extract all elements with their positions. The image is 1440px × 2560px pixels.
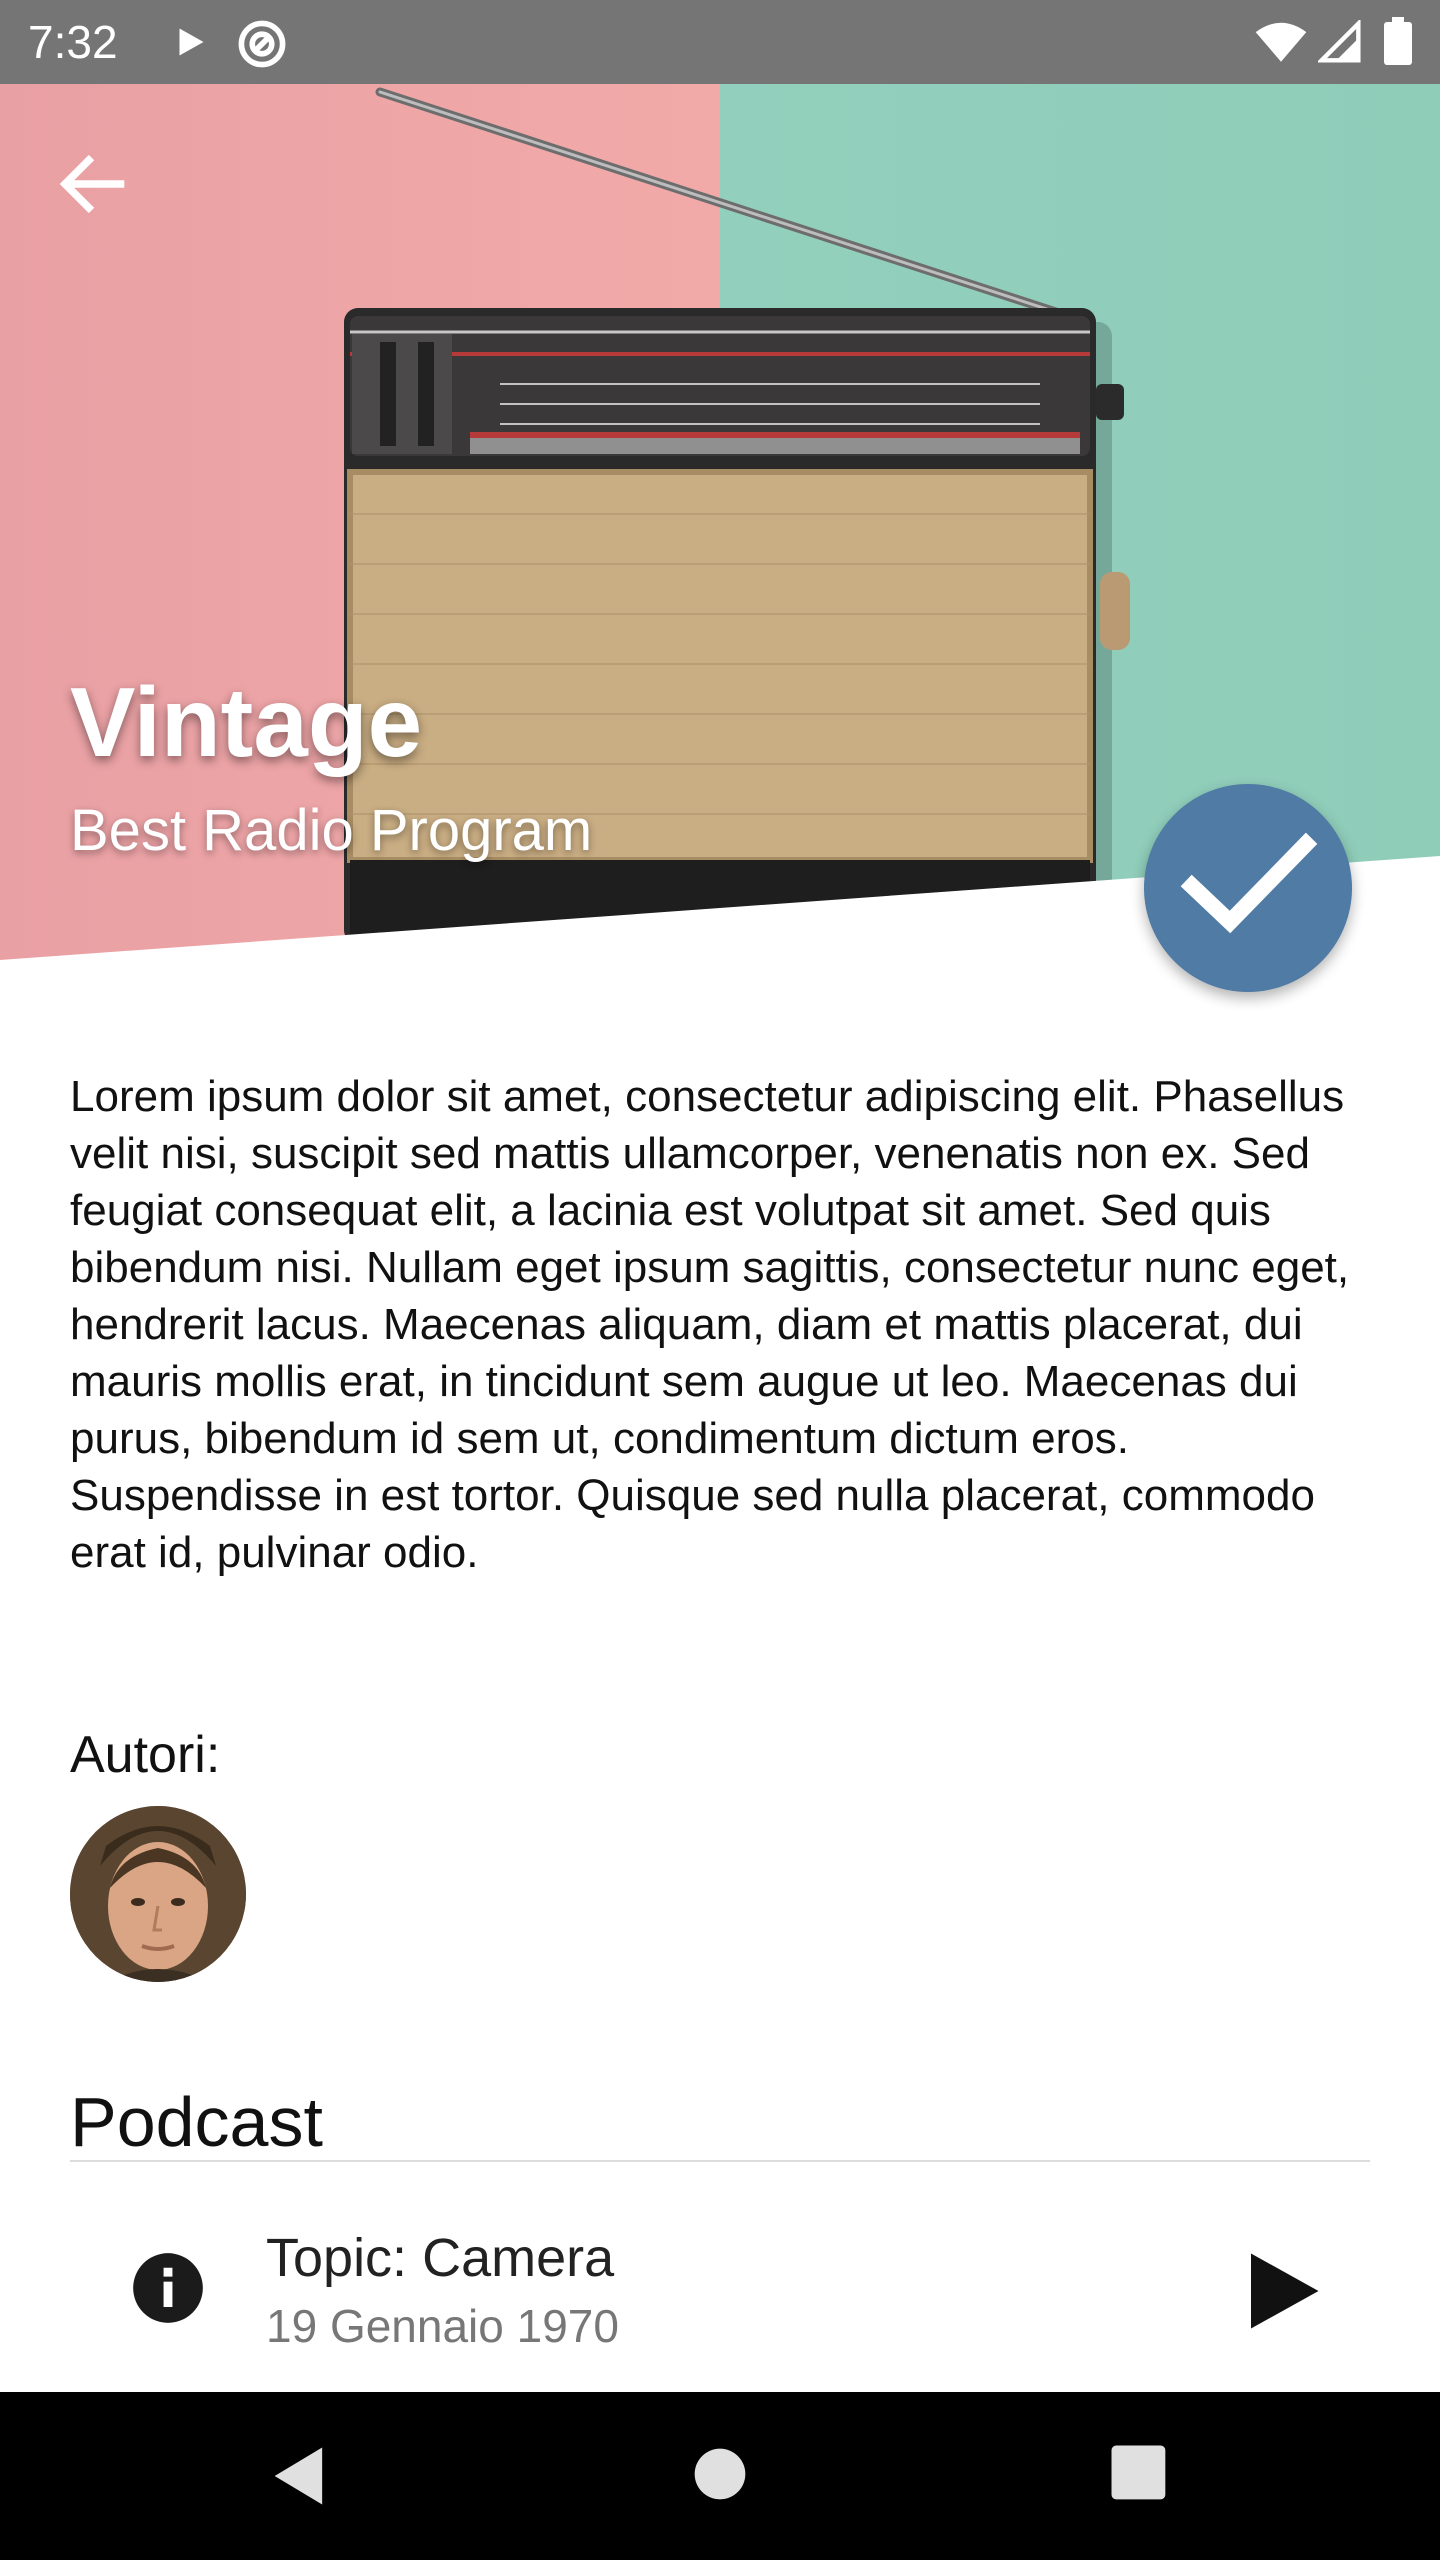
section-divider (70, 2160, 1370, 2162)
page-subtitle: Best Radio Program (70, 798, 593, 863)
app-screen: 7:32 Vintage Best Radio Program Lorem ip… (0, 0, 1440, 2560)
program-description: Lorem ipsum dolor sit amet, consectetur … (70, 1072, 1350, 1577)
wifi-icon (1255, 22, 1307, 62)
check-icon (1180, 832, 1318, 934)
battery-icon (1384, 17, 1412, 65)
author-portrait-image (70, 1806, 246, 1982)
back-arrow-icon[interactable] (54, 146, 130, 222)
status-time: 7:32 (28, 16, 118, 68)
author-avatar[interactable] (70, 1806, 246, 1982)
podcast-list-item[interactable]: Topic: Camera 19 Gennaio 1970 (0, 2190, 1440, 2390)
play-icon (179, 28, 204, 56)
signal-icon (1318, 20, 1361, 63)
play-icon[interactable] (1236, 2246, 1326, 2336)
podcast-section-heading: Podcast (70, 2083, 323, 2161)
system-navigation-bar (0, 2392, 1440, 2560)
circle-home-icon[interactable] (682, 2436, 758, 2512)
authors-label: Autori: (70, 1726, 221, 1784)
info-icon[interactable] (130, 2250, 206, 2326)
favorite-check-button[interactable] (1144, 784, 1352, 992)
podcast-topic: Topic: Camera (266, 2228, 615, 2288)
triangle-back-icon[interactable] (262, 2438, 338, 2514)
sync-icon (238, 20, 286, 68)
square-recents-icon[interactable] (1102, 2436, 1178, 2512)
podcast-date: 19 Gennaio 1970 (266, 2300, 619, 2352)
status-bar: 7:32 (0, 0, 1440, 84)
page-title: Vintage (70, 667, 423, 777)
